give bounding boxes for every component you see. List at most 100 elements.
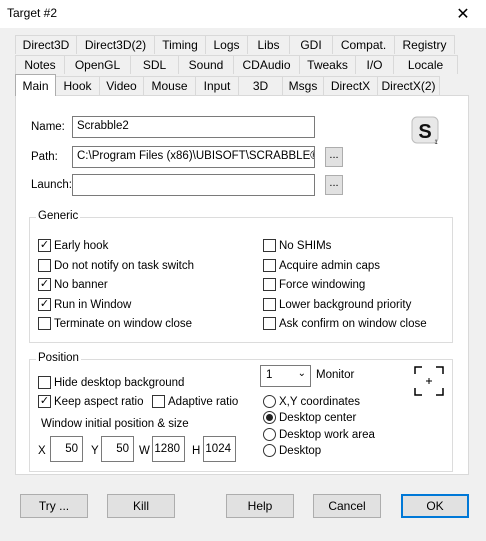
tab-video[interactable]: Video bbox=[99, 76, 144, 95]
checkbox-label: No SHIMs bbox=[279, 239, 332, 252]
tab-registry[interactable]: Registry bbox=[394, 35, 455, 54]
radio-desktop[interactable]: Desktop bbox=[263, 444, 321, 457]
launch-label: Launch: bbox=[31, 179, 72, 191]
checkbox-box[interactable]: ✓ bbox=[38, 298, 51, 311]
browse-launch-button[interactable]: ... bbox=[325, 175, 343, 195]
checkbox-box[interactable] bbox=[152, 395, 165, 408]
kill-button[interactable]: Kill bbox=[107, 494, 175, 518]
tab-io[interactable]: I/O bbox=[355, 55, 394, 74]
y-label: Y bbox=[91, 445, 99, 457]
checkbox-label: Keep aspect ratio bbox=[54, 395, 144, 408]
generic-group-title: Generic bbox=[36, 210, 81, 222]
tab-cdaudio[interactable]: CDAudio bbox=[233, 55, 300, 74]
checkbox-box[interactable] bbox=[263, 239, 276, 252]
path-field[interactable]: C:\Program Files (x86)\UBISOFT\SCRABBLE®… bbox=[72, 146, 315, 168]
radio-circle[interactable] bbox=[263, 428, 276, 441]
tab-timing[interactable]: Timing bbox=[154, 35, 206, 54]
name-field[interactable]: Scrabble2 bbox=[72, 116, 315, 138]
radio-circle[interactable] bbox=[263, 444, 276, 457]
force-windowing-checkbox[interactable]: Force windowing bbox=[263, 278, 365, 291]
tab-tweaks[interactable]: Tweaks bbox=[299, 55, 356, 74]
checkbox-label: No banner bbox=[54, 278, 108, 291]
checkbox-box[interactable] bbox=[263, 298, 276, 311]
checkbox-box[interactable] bbox=[263, 259, 276, 272]
checkbox-label: Terminate on window close bbox=[54, 317, 193, 330]
tab-mouse[interactable]: Mouse bbox=[143, 76, 196, 95]
no-banner-checkbox[interactable]: ✓ No banner bbox=[38, 278, 108, 291]
tab-hook[interactable]: Hook bbox=[55, 76, 100, 95]
cancel-button[interactable]: Cancel bbox=[313, 494, 381, 518]
tab-direct3d-2[interactable]: Direct3D(2) bbox=[76, 35, 155, 54]
tab-3d[interactable]: 3D bbox=[238, 76, 283, 95]
tab-opengl[interactable]: OpenGL bbox=[64, 55, 131, 74]
browse-path-button[interactable]: ... bbox=[325, 147, 343, 167]
radio-desktop-center[interactable]: Desktop center bbox=[263, 411, 356, 424]
checkbox-box[interactable] bbox=[263, 317, 276, 330]
help-button[interactable]: Help bbox=[226, 494, 294, 518]
tab-notes[interactable]: Notes bbox=[15, 55, 65, 74]
checkbox-label: Ask confirm on window close bbox=[279, 317, 427, 330]
ok-button[interactable]: OK bbox=[401, 494, 469, 518]
checkbox-box[interactable]: ✓ bbox=[38, 395, 51, 408]
x-label: X bbox=[38, 445, 46, 457]
checkbox-label: Acquire admin caps bbox=[279, 259, 380, 272]
y-field[interactable]: 50 bbox=[101, 436, 134, 462]
checkbox-box[interactable] bbox=[38, 376, 51, 389]
checkbox-box[interactable] bbox=[38, 317, 51, 330]
radio-desktop-work-area[interactable]: Desktop work area bbox=[263, 428, 375, 441]
no-notify-task-switch-checkbox[interactable]: Do not notify on task switch bbox=[38, 259, 194, 272]
checkbox-label: Run in Window bbox=[54, 298, 132, 311]
x-field[interactable]: 50 bbox=[50, 436, 83, 462]
tab-row-3: Main Hook Video Mouse Input 3D Msgs Dire… bbox=[15, 74, 440, 96]
tab-libs[interactable]: Libs bbox=[247, 35, 290, 54]
checkbox-label: Do not notify on task switch bbox=[54, 259, 194, 272]
tab-gdi[interactable]: GDI bbox=[289, 35, 333, 54]
tab-row-2: Notes OpenGL SDL Sound CDAudio Tweaks I/… bbox=[15, 55, 458, 74]
ask-confirm-close-checkbox[interactable]: Ask confirm on window close bbox=[263, 317, 427, 330]
w-field[interactable]: 1280 bbox=[152, 436, 185, 462]
screen-capture-icon[interactable] bbox=[414, 366, 444, 396]
close-icon[interactable]: ✕ bbox=[440, 0, 486, 28]
position-group-title: Position bbox=[36, 352, 81, 364]
tab-compat[interactable]: Compat. bbox=[332, 35, 395, 54]
tab-direct3d[interactable]: Direct3D bbox=[15, 35, 77, 54]
chevron-down-icon: ⌄ bbox=[297, 368, 306, 379]
title-bar: Target #2 ✕ bbox=[0, 0, 486, 28]
path-label: Path: bbox=[31, 151, 58, 163]
no-shims-checkbox[interactable]: No SHIMs bbox=[263, 239, 331, 252]
radio-xy-coordinates[interactable]: X,Y coordinates bbox=[263, 395, 360, 408]
run-in-window-checkbox[interactable]: ✓ Run in Window bbox=[38, 298, 131, 311]
monitor-select[interactable]: 1 ⌄ bbox=[260, 365, 311, 387]
try-button[interactable]: Try ... bbox=[20, 494, 88, 518]
early-hook-checkbox[interactable]: ✓ Early hook bbox=[38, 239, 108, 252]
window-title: Target #2 bbox=[7, 6, 58, 20]
launch-field[interactable] bbox=[72, 174, 315, 196]
adaptive-ratio-checkbox[interactable]: Adaptive ratio bbox=[152, 395, 238, 408]
scrabble-app-icon: S 1 bbox=[411, 116, 441, 146]
radio-circle[interactable] bbox=[263, 411, 276, 424]
tab-sdl[interactable]: SDL bbox=[130, 55, 179, 74]
tab-input[interactable]: Input bbox=[195, 76, 239, 95]
checkbox-label: Lower background priority bbox=[279, 298, 412, 311]
tab-directx[interactable]: DirectX bbox=[323, 76, 378, 95]
svg-text:1: 1 bbox=[434, 140, 438, 146]
terminate-on-close-checkbox[interactable]: Terminate on window close bbox=[38, 317, 192, 330]
keep-aspect-ratio-checkbox[interactable]: ✓ Keep aspect ratio bbox=[38, 395, 144, 408]
w-label: W bbox=[139, 445, 150, 457]
checkbox-box[interactable] bbox=[263, 278, 276, 291]
tab-row-1: Direct3D Direct3D(2) Timing Logs Libs GD… bbox=[15, 35, 455, 54]
checkbox-box[interactable]: ✓ bbox=[38, 239, 51, 252]
tab-directx-2[interactable]: DirectX(2) bbox=[377, 76, 440, 95]
tab-msgs[interactable]: Msgs bbox=[282, 76, 324, 95]
checkbox-box[interactable] bbox=[38, 259, 51, 272]
checkbox-box[interactable]: ✓ bbox=[38, 278, 51, 291]
acquire-admin-caps-checkbox[interactable]: Acquire admin caps bbox=[263, 259, 380, 272]
lower-bg-priority-checkbox[interactable]: Lower background priority bbox=[263, 298, 411, 311]
radio-circle[interactable] bbox=[263, 395, 276, 408]
tab-sound[interactable]: Sound bbox=[178, 55, 234, 74]
tab-locale[interactable]: Locale bbox=[393, 55, 458, 74]
tab-logs[interactable]: Logs bbox=[205, 35, 248, 54]
tab-main[interactable]: Main bbox=[15, 74, 56, 96]
hide-desktop-bg-checkbox[interactable]: Hide desktop background bbox=[38, 376, 184, 389]
h-field[interactable]: 1024 bbox=[203, 436, 236, 462]
